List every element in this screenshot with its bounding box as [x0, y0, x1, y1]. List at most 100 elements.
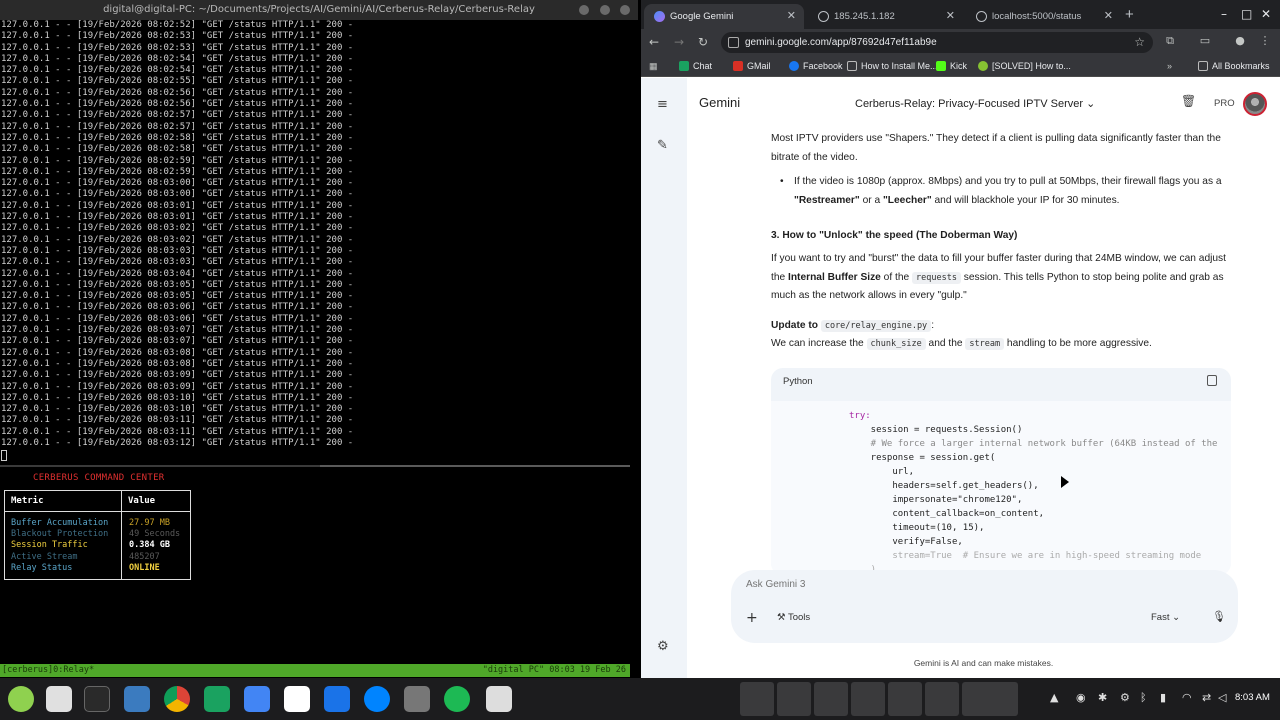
bookmark-solved[interactable]: [SOLVED] How to... [978, 55, 1071, 77]
close-icon[interactable]: ✕ [1261, 5, 1271, 23]
messenger-icon[interactable] [364, 686, 390, 712]
maximize-icon[interactable] [600, 5, 610, 15]
network-icon[interactable]: ▲ [1050, 691, 1058, 704]
running-app-chrome-2[interactable] [851, 682, 885, 716]
bookmark-chat[interactable]: Chat [679, 55, 712, 77]
usb-icon[interactable]: ⇄ [1202, 691, 1211, 704]
minimize-icon[interactable] [579, 5, 589, 15]
running-app-empty[interactable] [888, 682, 922, 716]
chrome-icon[interactable] [164, 686, 190, 712]
gmail-icon[interactable] [284, 686, 310, 712]
terminal-app-icon[interactable] [84, 686, 110, 712]
wifi-icon[interactable]: ◠ [1182, 691, 1192, 704]
prompt-input[interactable] [746, 579, 1046, 590]
log-line: 127.0.0.1 - - [19/Feb/2026 08:02:54] "GE… [1, 53, 354, 64]
google-chat-icon[interactable] [204, 686, 230, 712]
bookmark-kick[interactable]: Kick [936, 55, 967, 77]
terminal-cursor [1, 450, 7, 461]
close-tab-icon[interactable]: ✕ [787, 4, 796, 29]
bookmark-how-to-install[interactable]: How to Install Me... [847, 55, 938, 77]
bookmark-all-bookmarks[interactable]: All Bookmarks [1198, 55, 1270, 77]
copy-code-icon[interactable] [1207, 375, 1217, 386]
new-tab-icon[interactable]: + [1125, 4, 1134, 26]
maximize-icon[interactable]: □ [1241, 5, 1252, 23]
avatar[interactable] [1243, 92, 1267, 116]
close-icon[interactable] [620, 5, 630, 15]
delete-chat-icon[interactable]: 🗑 [1181, 94, 1196, 108]
browser-window[interactable]: Google Gemini ✕ 185.245.1.182 ✕ localhos… [641, 0, 1280, 678]
tab-localhost-status[interactable]: localhost:5000/status ✕ [966, 4, 1121, 29]
apps-icon[interactable]: ▦ [649, 55, 658, 77]
terminal-log[interactable]: 127.0.0.1 - - [19/Feb/2026 08:02:52] "GE… [0, 20, 638, 460]
log-line: 127.0.0.1 - - [19/Feb/2026 08:02:52] "GE… [1, 20, 354, 30]
bookmark-gmail[interactable]: GMail [733, 55, 771, 77]
close-tab-icon[interactable]: ✕ [1104, 4, 1113, 29]
log-line: 127.0.0.1 - - [19/Feb/2026 08:02:57] "GE… [1, 110, 354, 121]
files-icon[interactable] [46, 686, 72, 712]
gmail-icon [733, 61, 743, 71]
start-menu-icon[interactable] [8, 686, 34, 712]
url-text[interactable]: gemini.google.com/app/87692d47ef11ab9e [745, 32, 937, 53]
chevron-right-icon[interactable]: » [1167, 55, 1172, 77]
tray-app-icon[interactable]: ✱ [1098, 691, 1107, 704]
gemini-logo-text[interactable]: Gemini [699, 95, 740, 110]
new-chat-icon[interactable]: ✎ [657, 138, 668, 154]
tab-google-gemini[interactable]: Google Gemini ✕ [644, 4, 804, 29]
minimize-icon[interactable]: – [1221, 5, 1227, 23]
profile-icon[interactable]: ● [1233, 34, 1247, 48]
close-tab-icon[interactable]: ✕ [946, 4, 955, 29]
site-info-icon[interactable] [728, 37, 739, 48]
clock[interactable]: 8:03 AM [1235, 692, 1270, 703]
address-bar[interactable]: gemini.google.com/app/87692d47ef11ab9e ☆ [721, 32, 1153, 53]
battery-icon[interactable]: ▮ [1160, 691, 1166, 704]
back-icon[interactable]: ← [649, 34, 659, 50]
log-line: 127.0.0.1 - - [19/Feb/2026 08:02:56] "GE… [1, 99, 354, 110]
metric-name: Buffer Accumulation [11, 518, 109, 528]
add-attachment-icon[interactable]: + [746, 610, 758, 626]
side-panel-icon[interactable]: ▭ [1198, 34, 1212, 48]
tools-button[interactable]: ⚒ Tools [777, 612, 810, 623]
metric-name: Relay Status [11, 562, 73, 573]
discord-icon[interactable]: ◉ [1076, 691, 1086, 704]
model-mode-dropdown[interactable]: Fast ⌄ [1151, 612, 1180, 623]
bookmark-star-icon[interactable]: ☆ [1134, 32, 1145, 53]
code-line: session = requests.Session() [849, 425, 1023, 435]
running-app-spotify[interactable] [925, 682, 959, 716]
hamburger-menu-icon[interactable]: ≡ [657, 97, 668, 113]
settings-gear-icon[interactable]: ⚙ [657, 639, 669, 655]
code-content[interactable]: try: session = requests.Session() # We f… [771, 401, 1231, 575]
chat-title-dropdown[interactable]: Cerberus-Relay: Privacy-Focused IPTV Ser… [855, 97, 1095, 110]
extensions-icon[interactable]: ⧉ [1163, 34, 1177, 48]
metric-value: ONLINE [129, 562, 160, 573]
bluetooth-icon[interactable]: ᛒ [1140, 691, 1147, 704]
code-line: # We force a larger internal network buf… [849, 439, 1218, 449]
microphone-icon[interactable]: 🎙 [1212, 610, 1226, 623]
menu-icon[interactable]: ⋮ [1258, 34, 1272, 48]
metric-value: 27.97 MB [129, 518, 170, 528]
system-monitor-icon[interactable] [124, 686, 150, 712]
volume-icon[interactable]: ◁ [1218, 691, 1226, 704]
settings-app-icon[interactable] [404, 686, 430, 712]
tray-settings-icon[interactable]: ⚙ [1120, 691, 1130, 704]
forward-icon[interactable]: → [674, 34, 684, 50]
gemini-icon [654, 11, 665, 22]
running-app-terminal[interactable] [814, 682, 848, 716]
log-line: 127.0.0.1 - - [19/Feb/2026 08:03:07] "GE… [1, 336, 354, 347]
reload-icon[interactable]: ↻ [698, 34, 708, 50]
terminal-window[interactable]: digital@digital-PC: ~/Documents/Projects… [0, 0, 638, 678]
code-line: try: [849, 411, 871, 421]
calendar-icon[interactable] [244, 686, 270, 712]
bookmark-facebook[interactable]: Facebook [789, 55, 843, 77]
metric-name: Session Traffic [11, 540, 88, 551]
tab-ip-address[interactable]: 185.245.1.182 ✕ [808, 4, 963, 29]
text-editor-icon[interactable] [486, 686, 512, 712]
spotify-icon[interactable] [444, 686, 470, 712]
running-app-chrome[interactable] [777, 682, 811, 716]
running-app-files[interactable] [740, 682, 774, 716]
running-app-window[interactable] [962, 682, 1018, 716]
log-line: 127.0.0.1 - - [19/Feb/2026 08:03:05] "GE… [1, 279, 354, 290]
tab-label: 185.245.1.182 [834, 11, 895, 22]
docs-icon[interactable] [324, 686, 350, 712]
log-line: 127.0.0.1 - - [19/Feb/2026 08:02:59] "GE… [1, 166, 354, 177]
log-line: 127.0.0.1 - - [19/Feb/2026 08:02:57] "GE… [1, 121, 354, 132]
